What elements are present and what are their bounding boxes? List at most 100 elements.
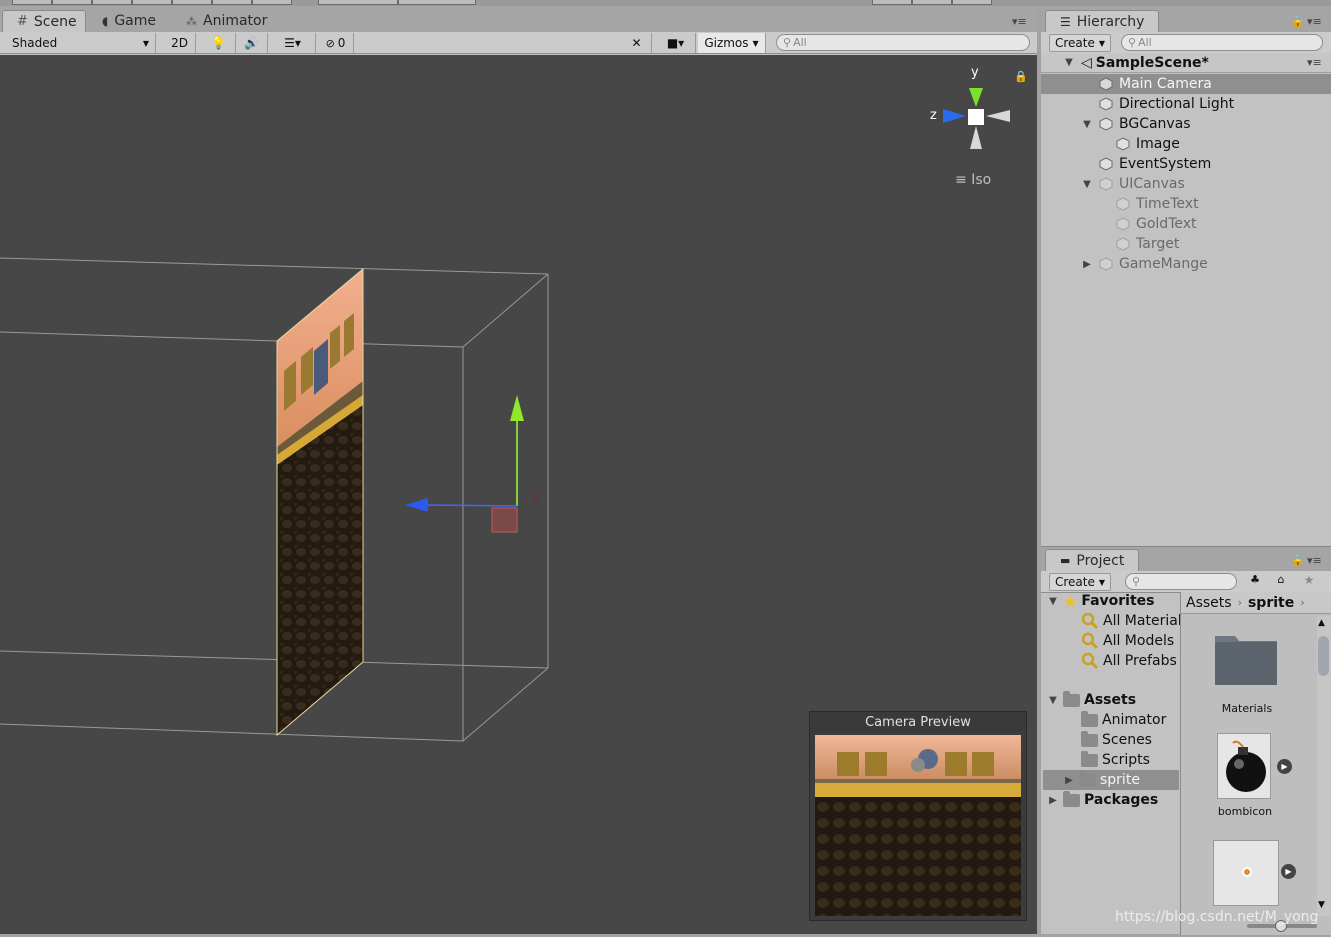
lighting-toggle-icon[interactable]: 💡 — [202, 33, 236, 53]
hierarchy-item[interactable]: TimeText — [1041, 194, 1331, 214]
hierarchy-search-input[interactable]: ⚲ All — [1121, 34, 1323, 51]
projection-label[interactable]: ≡ Iso — [955, 172, 991, 188]
gizmos-dropdown[interactable]: Gizmos ▼ — [698, 33, 766, 53]
asset-item-bombicon[interactable]: ▶ bombicon — [1207, 733, 1307, 833]
pacman-icon: ◖ — [102, 14, 109, 28]
tab-game[interactable]: ◖ Game — [88, 10, 170, 32]
large-folder-icon — [1215, 636, 1277, 685]
filter-type-icon[interactable]: ♣ — [1243, 573, 1267, 591]
hierarchy-item[interactable]: Main Camera — [1041, 74, 1331, 94]
audio-toggle-icon[interactable]: 🔊 — [236, 33, 268, 53]
favorite-label: All Models — [1103, 633, 1175, 649]
tab-animator[interactable]: ⁂ Animator — [172, 10, 281, 32]
panel-menu-icon[interactable]: ▾≡ — [1012, 15, 1027, 28]
hierarchy-item[interactable]: Directional Light — [1041, 94, 1331, 114]
expand-arrow-icon[interactable]: ▼ — [1047, 695, 1059, 706]
favorite-item[interactable]: All Models — [1081, 631, 1174, 651]
hierarchy-item[interactable]: ▼ UICanvas — [1041, 174, 1331, 194]
scrollbar-thumb[interactable] — [1318, 636, 1329, 676]
toggle-2d-button[interactable]: 2D — [164, 33, 196, 53]
star-icon[interactable]: ★ — [1297, 573, 1321, 591]
scene-menu-icon[interactable]: ▾≡ — [1307, 56, 1322, 69]
animator-icon: ⁂ — [186, 14, 197, 28]
collapse-arrow-icon[interactable]: ▶ — [1063, 775, 1075, 786]
favorite-item[interactable]: All Prefabs — [1081, 651, 1177, 671]
asset-folder[interactable]: Animator — [1081, 710, 1166, 730]
orientation-gizmo[interactable]: y z ≡ Iso 🔒 — [930, 65, 1028, 188]
tab-scene[interactable]: # Scene — [2, 10, 86, 32]
dropdown-arrow-icon: ▼ — [142, 38, 149, 48]
filter-label-icon[interactable]: ⌂ — [1269, 573, 1293, 591]
effects-dropdown-icon[interactable]: ☰▾ — [270, 33, 316, 53]
hierarchy-item-label: GameMange — [1119, 256, 1208, 272]
panel-menu-icon[interactable]: ▾≡ — [1307, 554, 1322, 567]
z-axis-cone-icon[interactable] — [943, 109, 966, 123]
folder-icon — [1079, 770, 1096, 787]
vertical-scrollbar[interactable]: ▲ ▼ — [1317, 616, 1331, 916]
expand-arrow-icon[interactable]: ▼ — [1081, 179, 1093, 190]
hidden-count: 0 — [337, 36, 346, 50]
z-axis-handle[interactable] — [405, 498, 428, 512]
center-cube-icon[interactable] — [968, 109, 984, 125]
collapse-arrow-icon[interactable]: ▶ — [1081, 259, 1093, 270]
panel-menu-icon[interactable]: ▾≡ — [1307, 15, 1322, 28]
dropdown-arrow-icon: ▼ — [1098, 38, 1106, 48]
breadcrumb-item[interactable]: Assets — [1186, 595, 1232, 611]
gizmos-label: Gizmos — [704, 36, 749, 50]
gameobject-cube-icon — [1116, 137, 1130, 151]
move-gizmo[interactable] — [405, 395, 541, 533]
hierarchy-create-button[interactable]: Create ▼ — [1049, 34, 1112, 52]
lock-icon[interactable]: 🔒 — [1291, 554, 1305, 567]
tab-hierarchy[interactable]: ☰ Hierarchy — [1045, 10, 1160, 32]
favorite-item[interactable]: All Materials — [1081, 611, 1189, 631]
y-axis-handle[interactable] — [510, 395, 524, 421]
search-filter-icon — [1081, 652, 1099, 670]
plane-handle[interactable] — [491, 507, 518, 533]
breadcrumb-item[interactable]: sprite — [1248, 595, 1294, 611]
y-axis-cone-icon[interactable] — [969, 88, 983, 107]
favorites-row[interactable]: ▼ ★ Favorites — [1047, 591, 1154, 611]
packages-row[interactable]: ▶ Packages — [1047, 790, 1158, 810]
neg-y-cone-icon[interactable] — [970, 126, 982, 149]
scroll-up-icon[interactable]: ▲ — [1318, 618, 1325, 628]
shading-dropdown[interactable]: Shaded ▼ — [6, 33, 156, 53]
project-search-input[interactable]: ⚲ — [1125, 573, 1237, 590]
bg-image-quad[interactable] — [276, 267, 364, 737]
asset-folder[interactable]: Scenes — [1081, 730, 1152, 750]
hierarchy-item-label: EventSystem — [1119, 156, 1212, 172]
expand-arrow-icon[interactable]: ▼ — [1063, 57, 1075, 68]
x-axis-cone-icon[interactable] — [986, 110, 1010, 122]
hierarchy-item[interactable]: EventSystem — [1041, 154, 1331, 174]
play-icon[interactable]: ▶ — [1281, 864, 1296, 879]
asset-folder-selected[interactable]: ▶ sprite — [1043, 770, 1179, 790]
hierarchy-item-label: GoldText — [1136, 216, 1197, 232]
gameobject-cube-icon — [1099, 117, 1113, 131]
tools-icon[interactable]: ✕ — [622, 33, 652, 53]
scroll-down-icon[interactable]: ▼ — [1318, 900, 1325, 910]
collapse-arrow-icon[interactable]: ▶ — [1047, 795, 1059, 806]
favorite-label: All Materials — [1103, 613, 1189, 629]
hierarchy-item[interactable]: ▼ BGCanvas — [1041, 114, 1331, 134]
scene-header-row[interactable]: ▼ ◁ SampleScene* ▾≡ — [1041, 53, 1331, 73]
hidden-objects-toggle[interactable]: ⊘ 0 — [318, 33, 354, 53]
assets-row[interactable]: ▼ Assets — [1047, 690, 1136, 710]
expand-arrow-icon[interactable]: ▼ — [1047, 596, 1059, 607]
asset-item-sprite[interactable]: ▶ — [1213, 840, 1303, 920]
project-panel: ▬ Project 🔒 ▾≡ Create ▼ ⚲ ♣ ⌂ ★ ▼ ★ Favo… — [1041, 546, 1331, 935]
project-create-button[interactable]: Create ▼ — [1049, 573, 1112, 591]
hierarchy-item[interactable]: GoldText — [1041, 214, 1331, 234]
hierarchy-item[interactable]: ▶ GameMange — [1041, 254, 1331, 274]
scene-toolbar: Shaded ▼ 2D 💡 🔊 ☰▾ ⊘ 0 ✕ ■▾ Gizmos ▼ ⚲ A… — [0, 32, 1037, 54]
camera-dropdown-icon[interactable]: ■▾ — [656, 33, 696, 53]
lock-icon[interactable]: 🔒 — [1014, 70, 1028, 83]
hierarchy-item-label: TimeText — [1136, 196, 1199, 212]
hierarchy-item[interactable]: Image — [1041, 134, 1331, 154]
asset-folder[interactable]: Scripts — [1081, 750, 1150, 770]
play-icon[interactable]: ▶ — [1277, 759, 1292, 774]
hierarchy-item[interactable]: Target — [1041, 234, 1331, 254]
expand-arrow-icon[interactable]: ▼ — [1081, 119, 1093, 130]
scene-search-input[interactable]: ⚲ All — [776, 34, 1030, 51]
lock-icon[interactable]: 🔒 — [1291, 15, 1305, 28]
tab-project[interactable]: ▬ Project — [1045, 549, 1140, 571]
asset-item-materials[interactable]: Materials — [1207, 628, 1287, 728]
